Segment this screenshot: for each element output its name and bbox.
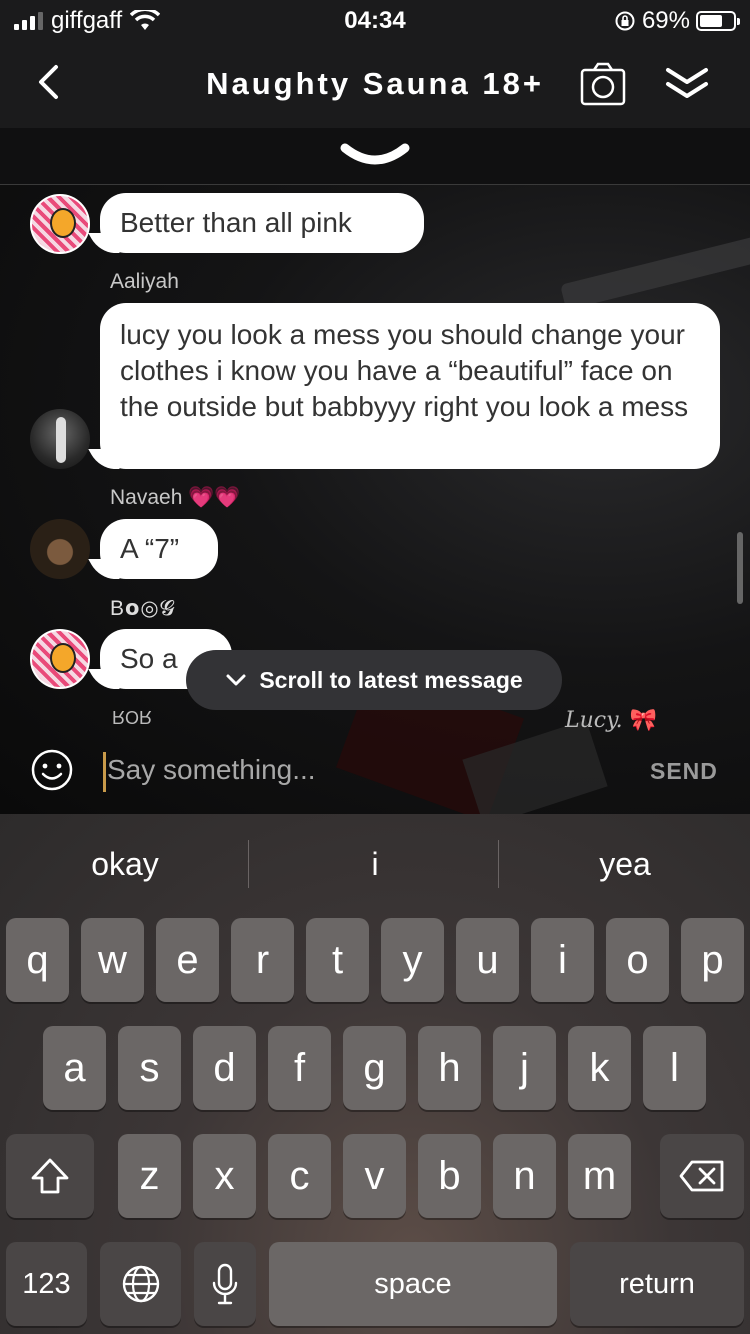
- scroll-to-latest-label: Scroll to latest message: [259, 666, 523, 693]
- overlay-tag-text: Lucy.: [565, 708, 623, 733]
- delete-key[interactable]: [660, 1134, 744, 1218]
- key[interactable]: z: [118, 1134, 181, 1218]
- key[interactable]: e: [156, 918, 219, 1002]
- sender-name-text: Navaeh: [110, 486, 183, 509]
- sender-name: B𝗼◎𝓖: [110, 597, 176, 620]
- chat-title: Naughty Sauna 18+: [206, 66, 544, 101]
- chat-area[interactable]: Better than all pink Aaliyah lucy you lo…: [0, 128, 750, 814]
- return-key[interactable]: return: [570, 1242, 744, 1326]
- key[interactable]: f: [268, 1026, 331, 1110]
- send-button[interactable]: SEND: [650, 758, 718, 785]
- collapse-button[interactable]: [664, 64, 710, 104]
- shift-key[interactable]: [6, 1134, 94, 1218]
- scroll-to-latest-button[interactable]: Scroll to latest message: [186, 650, 562, 710]
- key[interactable]: t: [306, 918, 369, 1002]
- microphone-key[interactable]: [194, 1242, 256, 1326]
- status-right: 69%: [614, 7, 740, 35]
- key[interactable]: r: [231, 918, 294, 1002]
- bow-emoji: 🎀: [629, 708, 658, 733]
- globe-key[interactable]: [100, 1242, 181, 1326]
- message-bubble: lucy you look a mess you should change y…: [100, 303, 720, 469]
- avatar[interactable]: [30, 194, 90, 254]
- battery-icon: [696, 11, 740, 31]
- status-bar: giffgaff 04:34 69%: [0, 0, 750, 42]
- smiley-icon: [31, 749, 73, 791]
- camera-icon: [580, 62, 626, 106]
- background-decoration: [560, 231, 750, 311]
- pull-down-handle[interactable]: [0, 128, 750, 185]
- key[interactable]: d: [193, 1026, 256, 1110]
- sender-name: Aaliyah: [110, 270, 179, 293]
- sender-emoji: 💗💗: [188, 486, 241, 509]
- shift-icon: [31, 1158, 69, 1194]
- suggestion[interactable]: i: [250, 814, 500, 914]
- chevron-down-icon: [226, 674, 246, 686]
- key[interactable]: a: [43, 1026, 106, 1110]
- message-input-row: Say something... SEND: [0, 734, 750, 814]
- message-input[interactable]: Say something...: [107, 754, 316, 786]
- rotation-lock-icon: [615, 11, 635, 31]
- key[interactable]: g: [343, 1026, 406, 1110]
- key[interactable]: i: [531, 918, 594, 1002]
- avatar[interactable]: [30, 519, 90, 579]
- key[interactable]: y: [381, 918, 444, 1002]
- suggestion-divider: [498, 840, 499, 888]
- avatar[interactable]: [30, 409, 90, 469]
- scrollbar[interactable]: [737, 532, 743, 604]
- key[interactable]: b: [418, 1134, 481, 1218]
- camera-button[interactable]: [580, 62, 626, 108]
- sender-name: Navaeh 💗💗: [110, 486, 241, 510]
- key[interactable]: v: [343, 1134, 406, 1218]
- key[interactable]: m: [568, 1134, 631, 1218]
- double-chevron-down-icon: [666, 68, 708, 98]
- battery-percent: 69%: [641, 7, 690, 34]
- space-key[interactable]: space: [269, 1242, 557, 1326]
- key[interactable]: n: [493, 1134, 556, 1218]
- key[interactable]: s: [118, 1026, 181, 1110]
- key[interactable]: p: [681, 918, 744, 1002]
- message-bubble: Better than all pink: [100, 193, 424, 253]
- key[interactable]: l: [643, 1026, 706, 1110]
- key[interactable]: u: [456, 918, 519, 1002]
- emoji-button[interactable]: [30, 748, 74, 792]
- chat-header: Naughty Sauna 18+: [0, 42, 750, 128]
- key[interactable]: c: [268, 1134, 331, 1218]
- overlay-tag: ROR: [112, 707, 152, 727]
- microphone-icon: [212, 1263, 238, 1305]
- globe-icon: [122, 1265, 159, 1303]
- suggestion-divider: [248, 840, 249, 888]
- suggestion[interactable]: yea: [500, 814, 750, 914]
- numbers-key[interactable]: 123: [6, 1242, 87, 1326]
- key[interactable]: j: [493, 1026, 556, 1110]
- overlay-tag: Lucy. 🎀: [565, 708, 657, 733]
- key[interactable]: q: [6, 918, 69, 1002]
- backspace-icon: [679, 1160, 724, 1192]
- key[interactable]: k: [568, 1026, 631, 1110]
- key[interactable]: o: [606, 918, 669, 1002]
- avatar[interactable]: [30, 629, 90, 689]
- text-cursor: [103, 752, 106, 792]
- key[interactable]: w: [81, 918, 144, 1002]
- chevron-down-icon: [340, 143, 410, 165]
- suggestion[interactable]: okay: [0, 814, 250, 914]
- key[interactable]: x: [193, 1134, 256, 1218]
- message-bubble: A “7”: [100, 519, 218, 579]
- key[interactable]: h: [418, 1026, 481, 1110]
- keyboard: okay i yea q w e r t y u i o p a s d f g…: [0, 814, 750, 1334]
